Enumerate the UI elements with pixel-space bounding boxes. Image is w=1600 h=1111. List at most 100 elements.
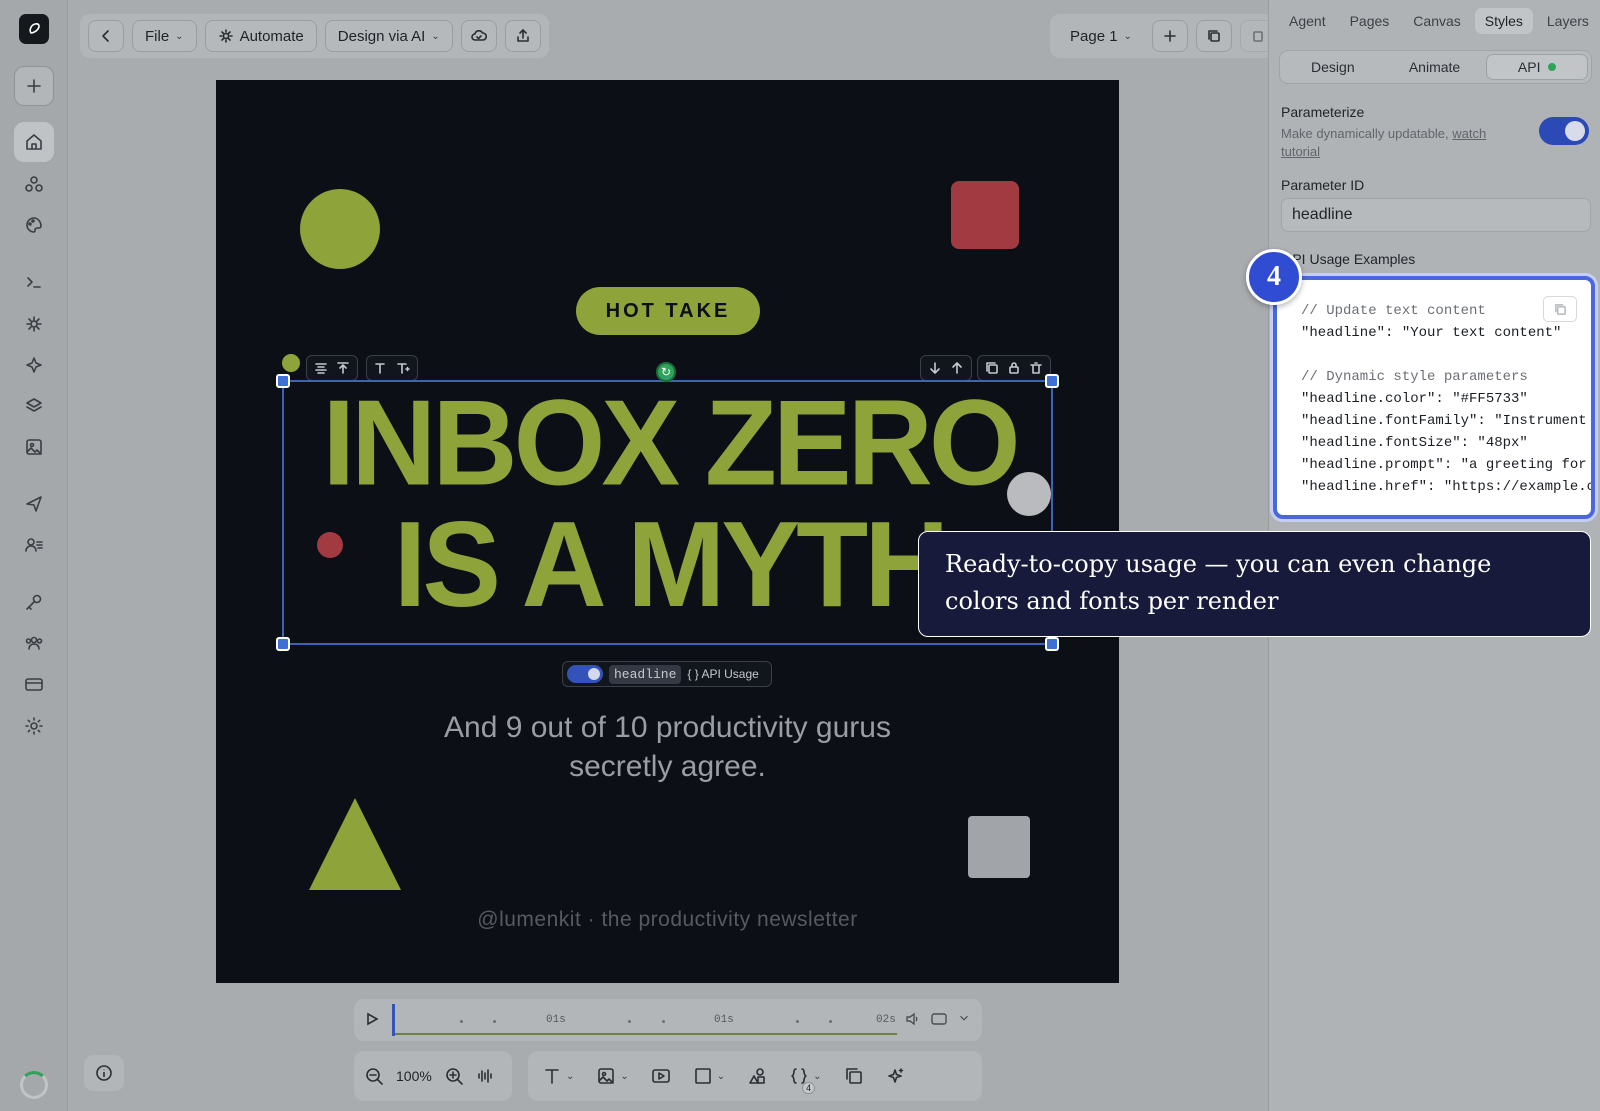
align-center-icon[interactable] bbox=[314, 361, 328, 375]
add-page-button[interactable] bbox=[1151, 20, 1188, 52]
billing-icon[interactable] bbox=[14, 664, 54, 704]
home-icon[interactable] bbox=[14, 122, 54, 162]
lock-icon[interactable] bbox=[1007, 361, 1021, 375]
tab-pages[interactable]: Pages bbox=[1340, 8, 1400, 34]
design-via-ai-button[interactable]: Design via AI ⌄ bbox=[324, 20, 453, 52]
tab-layers[interactable]: Layers bbox=[1537, 8, 1599, 34]
tab-styles[interactable]: Styles bbox=[1474, 8, 1533, 34]
plus-icon bbox=[1164, 30, 1176, 42]
resize-handle-top-left[interactable] bbox=[276, 374, 290, 388]
subtitle-line-1: And 9 out of 10 productivity gurus bbox=[444, 711, 891, 744]
resize-handle-top-right[interactable] bbox=[1045, 374, 1059, 388]
parameterize-hint-text: Make dynamically updatable, bbox=[1281, 126, 1449, 141]
loading-spinner-icon bbox=[20, 1071, 48, 1099]
zoom-level[interactable]: 100% bbox=[396, 1068, 432, 1084]
rotate-handle-icon[interactable]: ↻ bbox=[656, 362, 676, 382]
timeline-track[interactable]: 01s 01s 02s bbox=[392, 1005, 897, 1035]
components-icon[interactable] bbox=[14, 164, 54, 204]
chevron-left-icon bbox=[102, 30, 109, 42]
share-button[interactable] bbox=[504, 20, 541, 52]
design-via-ai-label: Design via AI bbox=[337, 27, 426, 45]
terminal-icon[interactable] bbox=[14, 262, 54, 302]
duplicate-page-button[interactable] bbox=[1195, 20, 1232, 52]
timeline-tick bbox=[628, 1020, 631, 1023]
footer-text[interactable]: @lumenkit · the productivity newsletter bbox=[216, 908, 1119, 932]
cloud-sync-button[interactable] bbox=[460, 20, 497, 52]
duplicate-icon[interactable] bbox=[985, 361, 999, 375]
align-top-icon[interactable] bbox=[336, 361, 350, 375]
add-icon[interactable] bbox=[14, 66, 54, 106]
text-size-plus-icon[interactable] bbox=[396, 361, 410, 375]
ai-magic-icon[interactable] bbox=[886, 1066, 906, 1086]
subtab-api-label: API bbox=[1517, 59, 1541, 75]
zoom-in-icon[interactable] bbox=[444, 1066, 464, 1086]
image-icon[interactable] bbox=[14, 427, 54, 467]
page-selector[interactable]: Page 1 ⌄ bbox=[1058, 20, 1144, 52]
headline-line-1: INBOX ZERO bbox=[322, 375, 1020, 512]
arrow-up-icon[interactable] bbox=[950, 361, 964, 375]
team-icon[interactable] bbox=[14, 623, 54, 663]
image-tool-icon[interactable]: ⌄ bbox=[596, 1066, 629, 1086]
file-menu-button[interactable]: File ⌄ bbox=[132, 20, 197, 52]
automation-icon[interactable] bbox=[14, 304, 54, 344]
zoom-bar: 100% bbox=[354, 1051, 512, 1101]
parameterize-toggle[interactable] bbox=[1539, 117, 1589, 145]
elements-tool-icon[interactable] bbox=[747, 1066, 767, 1086]
subtab-animate[interactable]: Animate bbox=[1385, 54, 1485, 80]
tab-agent[interactable]: Agent bbox=[1279, 8, 1336, 34]
parameterize-mini-toggle[interactable] bbox=[567, 665, 603, 683]
info-button[interactable] bbox=[84, 1055, 124, 1091]
send-icon[interactable] bbox=[14, 484, 54, 524]
layers-icon[interactable] bbox=[14, 386, 54, 426]
subtitle-text[interactable]: And 9 out of 10 productivity gurus secre… bbox=[216, 708, 1119, 786]
contacts-icon[interactable] bbox=[14, 525, 54, 565]
color-swatch[interactable] bbox=[282, 354, 300, 372]
tab-canvas[interactable]: Canvas bbox=[1403, 8, 1470, 34]
variables-count-badge: 4 bbox=[802, 1082, 816, 1094]
red-square-shape[interactable] bbox=[951, 181, 1019, 249]
parameter-id-input[interactable]: headline bbox=[1281, 198, 1591, 232]
audio-wave-icon[interactable] bbox=[476, 1066, 496, 1086]
text-tool-icon[interactable]: ⌄ bbox=[542, 1066, 574, 1086]
duplicate-tool-icon[interactable] bbox=[844, 1066, 864, 1086]
sparkle-icon[interactable] bbox=[14, 345, 54, 385]
code-line: "headline.fontFamily": "Instrument S bbox=[1301, 413, 1595, 429]
video-tool-icon[interactable] bbox=[651, 1066, 671, 1086]
subtab-api[interactable]: API bbox=[1486, 54, 1589, 80]
arrow-down-icon[interactable] bbox=[928, 361, 942, 375]
grey-square-shape[interactable] bbox=[968, 816, 1030, 878]
hot-take-pill[interactable]: HOT TAKE bbox=[576, 287, 760, 335]
automate-button[interactable]: Automate bbox=[204, 20, 317, 52]
api-usage-code-block[interactable]: // Update text content "headline": "Your… bbox=[1273, 276, 1595, 519]
subtab-design[interactable]: Design bbox=[1283, 54, 1383, 80]
captions-icon[interactable] bbox=[931, 1011, 947, 1027]
timeline-tick bbox=[662, 1020, 665, 1023]
red-dot-shape[interactable] bbox=[317, 532, 343, 558]
settings-icon[interactable] bbox=[14, 706, 54, 746]
zoom-out-icon[interactable] bbox=[364, 1066, 384, 1086]
timeline-progress bbox=[392, 1033, 897, 1035]
resize-handle-bottom-left[interactable] bbox=[276, 637, 290, 651]
palette-icon[interactable] bbox=[14, 205, 54, 245]
shape-tool-icon[interactable]: ⌄ bbox=[693, 1066, 725, 1086]
api-usage-link[interactable]: { } API Usage bbox=[687, 667, 758, 681]
volume-icon[interactable] bbox=[905, 1011, 921, 1027]
text-size-icon[interactable] bbox=[374, 361, 388, 375]
timeline-label: 02s bbox=[876, 1014, 896, 1026]
trash-icon[interactable] bbox=[1029, 361, 1043, 375]
grey-circle-shape[interactable] bbox=[1007, 472, 1051, 516]
playhead[interactable] bbox=[392, 1004, 395, 1036]
chevron-down-icon[interactable] bbox=[957, 1011, 971, 1025]
green-circle-shape[interactable] bbox=[300, 189, 380, 269]
style-subtabs: Design Animate API bbox=[1279, 50, 1592, 84]
variables-tool-icon[interactable]: ⌄ 4 bbox=[789, 1066, 822, 1094]
key-icon[interactable] bbox=[14, 582, 54, 622]
play-icon[interactable] bbox=[364, 1011, 380, 1032]
automation-icon bbox=[218, 29, 233, 43]
code-line: "headline.color": "#FF5733" bbox=[1301, 391, 1528, 407]
app-logo-icon[interactable] bbox=[19, 14, 49, 44]
green-triangle-shape[interactable] bbox=[309, 798, 401, 890]
back-button[interactable] bbox=[88, 20, 124, 52]
resize-handle-bottom-right[interactable] bbox=[1045, 637, 1059, 651]
copy-button[interactable] bbox=[1543, 296, 1577, 322]
